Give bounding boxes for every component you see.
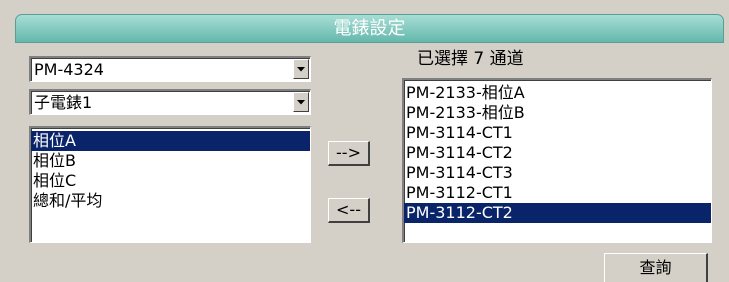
channel-list-item[interactable]: PM-3114-CT3 [404, 163, 711, 183]
selected-count-label: 已選擇 7 通道 [417, 49, 524, 69]
remove-channel-label: <-- [336, 200, 361, 219]
add-channel-button[interactable]: --> [328, 141, 370, 166]
chevron-down-icon [297, 100, 305, 105]
channel-list-item[interactable]: PM-3112-CT2 [404, 203, 711, 223]
phase-listbox[interactable]: 相位A 相位B 相位C 總和/平均 [29, 126, 311, 243]
submeter-select[interactable]: 子電錶1 [29, 89, 311, 115]
channel-list-item[interactable]: PM-3114-CT1 [404, 123, 711, 143]
selected-channels-listbox[interactable]: PM-2133-相位A PM-2133-相位B PM-3114-CT1 PM-3114… [402, 78, 712, 243]
phase-list-item[interactable]: 相位B [31, 151, 310, 171]
dialog-title-bar: 電錶設定 [15, 14, 724, 43]
query-button-label: 查詢 [639, 258, 672, 277]
dialog-title: 電錶設定 [333, 18, 406, 39]
submeter-dropdown-button[interactable] [293, 92, 309, 112]
submeter-select-value: 子電錶1 [34, 93, 93, 112]
remove-channel-button[interactable]: <-- [328, 198, 370, 223]
meter-select[interactable]: PM-4324 [29, 56, 311, 82]
channel-list-item[interactable]: PM-2133-相位B [404, 103, 711, 123]
phase-list-item[interactable]: 相位A [31, 131, 310, 151]
channel-list-item[interactable]: PM-3114-CT2 [404, 143, 711, 163]
channel-list-item[interactable]: PM-2133-相位A [404, 83, 711, 103]
meter-dropdown-button[interactable] [293, 59, 309, 79]
chevron-down-icon [297, 67, 305, 72]
meter-select-value: PM-4324 [34, 60, 104, 79]
query-button[interactable]: 查詢 [604, 253, 708, 282]
add-channel-label: --> [336, 143, 361, 162]
phase-list-item[interactable]: 總和/平均 [31, 191, 310, 211]
channel-list-item[interactable]: PM-3112-CT1 [404, 183, 711, 203]
phase-list-item[interactable]: 相位C [31, 171, 310, 191]
